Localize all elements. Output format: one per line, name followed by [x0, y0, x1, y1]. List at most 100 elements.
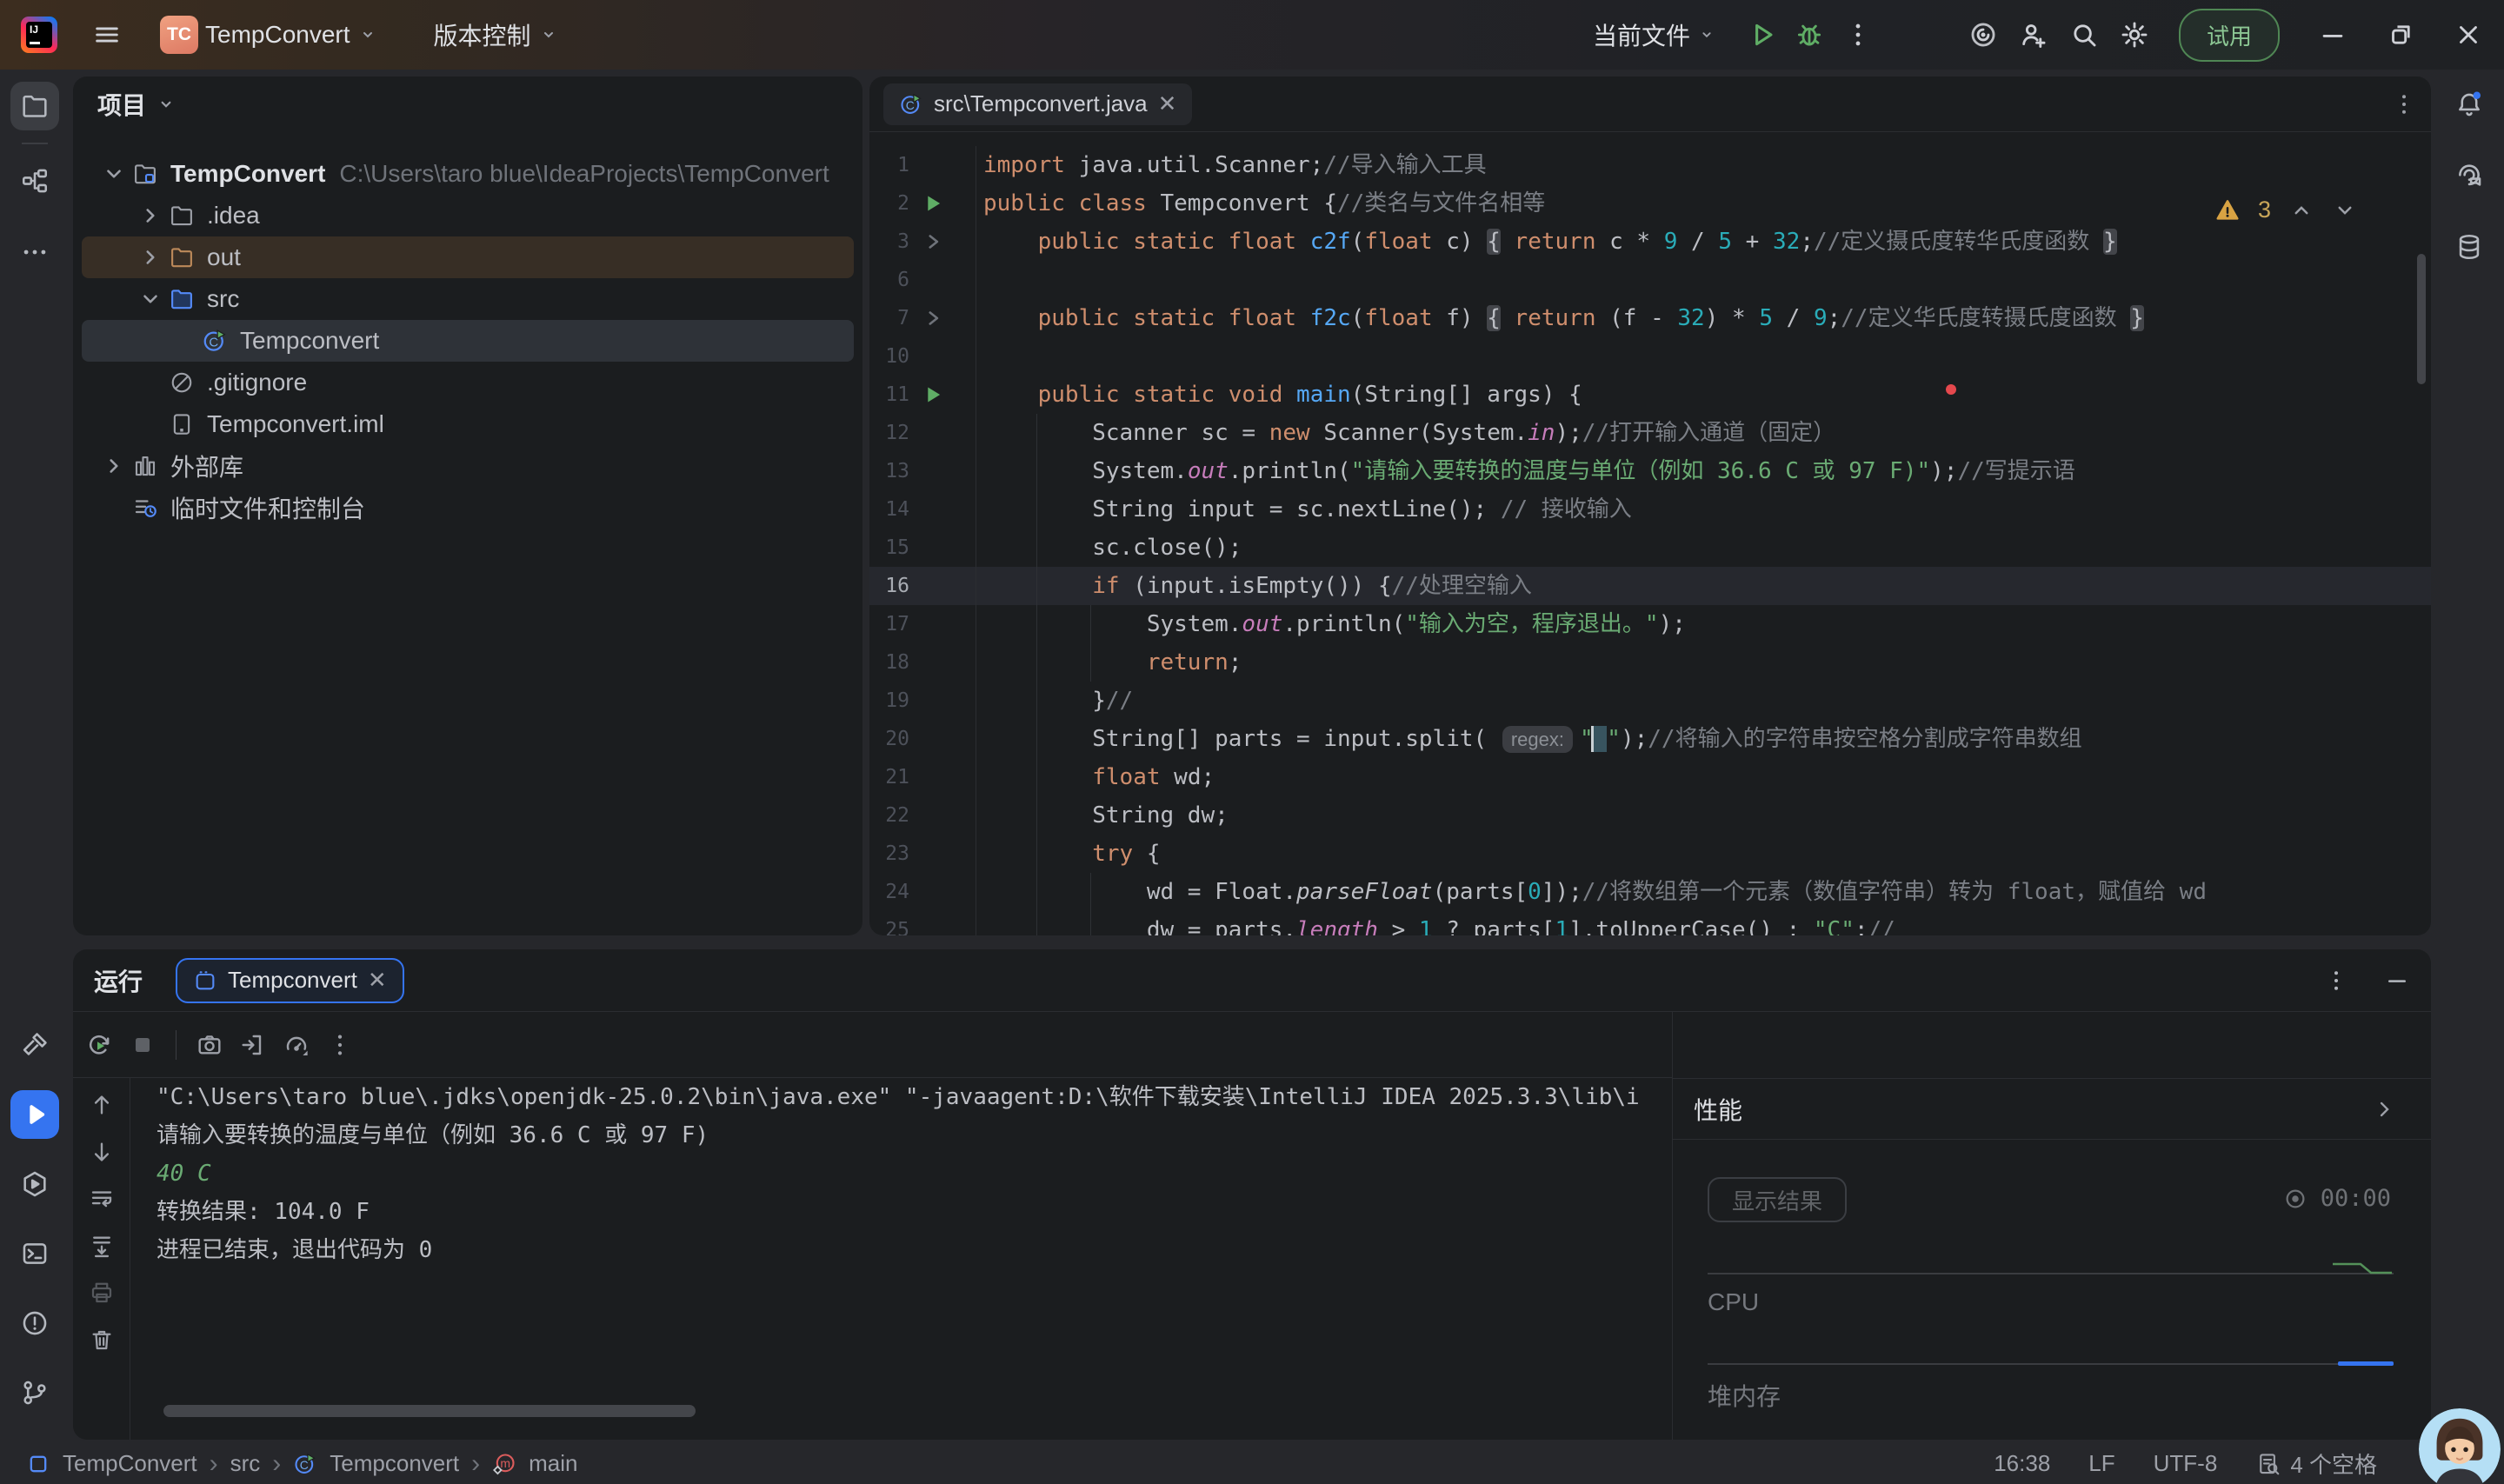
print-icon[interactable] [89, 1280, 115, 1306]
minimize-window-icon[interactable] [2318, 20, 2348, 50]
code-line-16[interactable]: 16 if (input.isEmpty()) {//处理空输入 [869, 567, 2431, 605]
project-widget[interactable]: TC TempConvert [160, 16, 378, 54]
build-icon[interactable] [10, 1021, 59, 1069]
arrow-down-icon[interactable] [89, 1139, 115, 1165]
caret-position[interactable]: 16:38 [1994, 1450, 2050, 1477]
code-line-23[interactable]: 23 try { [869, 835, 2431, 873]
more-actions-icon[interactable] [1843, 20, 1873, 50]
tree-item-.idea[interactable]: .idea [82, 195, 854, 236]
code-editor[interactable]: 1import java.util.Scanner;//导入输入工具2publi… [869, 132, 2431, 935]
code-line-10[interactable]: 10 [869, 337, 2431, 376]
run-gutter-icon[interactable] [909, 376, 958, 414]
problems-icon[interactable] [10, 1299, 59, 1348]
chevron-right-icon[interactable] [139, 204, 169, 227]
code-line-11[interactable]: 11 public static void main(String[] args… [869, 376, 2431, 414]
arrow-up-icon[interactable] [89, 1092, 115, 1118]
chevron-down-icon[interactable] [139, 288, 169, 310]
tree-item-TempConvert[interactable]: TempConvertC:\Users\taro blue\IdeaProjec… [82, 153, 854, 195]
services-icon[interactable] [10, 1160, 59, 1208]
scroll-to-end-icon[interactable] [89, 1233, 115, 1259]
tree-item-Tempconvert.iml[interactable]: Tempconvert.iml [82, 403, 854, 445]
stop-icon[interactable] [129, 1031, 156, 1059]
performance-header[interactable]: 性能 [1673, 1079, 2431, 1140]
structure-icon[interactable] [10, 156, 59, 205]
code-line-3[interactable]: 3 public static float c2f(float c) { ret… [869, 223, 2431, 261]
fold-gutter-icon[interactable] [909, 223, 958, 261]
editor-scrollbar-thumb[interactable] [2417, 254, 2426, 384]
clear-all-icon[interactable] [89, 1327, 115, 1353]
code-line-21[interactable]: 21 float wd; [869, 758, 2431, 796]
code-line-22[interactable]: 22 String dw; [869, 796, 2431, 835]
code-line-15[interactable]: 15 sc.close(); [869, 529, 2431, 567]
run-icon[interactable] [1748, 20, 1777, 50]
vcs-widget[interactable]: 版本控制 [434, 17, 559, 52]
chevron-down-icon[interactable] [2332, 197, 2358, 223]
tree-item-临时文件和控制台[interactable]: 临时文件和控制台 [82, 487, 854, 529]
fold-gutter-icon[interactable] [909, 299, 958, 337]
line-separator[interactable]: LF [2088, 1450, 2114, 1477]
editor-tab[interactable]: C src\Tempconvert.java ✕ [883, 83, 1192, 125]
breadcrumb-method[interactable]: main [529, 1450, 577, 1477]
code-line-24[interactable]: 24 wd = Float.parseFloat(parts[0]);//将数组… [869, 873, 2431, 911]
code-line-20[interactable]: 20 String[] parts = input.split( regex:"… [869, 720, 2431, 758]
code-line-19[interactable]: 19 }// [869, 682, 2431, 720]
code-line-17[interactable]: 17 System.out.println("输入为空，程序退出。"); [869, 605, 2431, 643]
main-menu-icon[interactable] [92, 20, 122, 50]
user-avatar[interactable] [2419, 1408, 2501, 1484]
debug-icon[interactable] [1795, 20, 1824, 50]
tree-item-Tempconvert[interactable]: CTempconvert [82, 320, 854, 362]
code-line-7[interactable]: 7 public static float f2c(float f) { ret… [869, 299, 2431, 337]
more-tool-windows-icon[interactable] [10, 228, 59, 276]
search-icon[interactable] [2069, 20, 2099, 50]
chevron-right-icon[interactable] [103, 455, 132, 477]
close-tab-icon[interactable]: ✕ [368, 967, 387, 994]
database-icon[interactable] [2445, 223, 2494, 271]
ai-assistant-icon[interactable] [1968, 20, 1998, 50]
close-window-icon[interactable] [2454, 20, 2483, 50]
console-hscrollbar-thumb[interactable] [163, 1405, 696, 1417]
console-output[interactable]: "C:\Users\taro blue\.jdks\openjdk-25.0.2… [130, 1078, 1672, 1422]
code-line-14[interactable]: 14 String input = sc.nextLine(); // 接收输入 [869, 490, 2431, 529]
chevron-down-icon[interactable] [103, 163, 132, 185]
project-panel-header[interactable]: 项目 [73, 77, 862, 132]
chevron-right-icon[interactable] [139, 246, 169, 269]
tree-item-out[interactable]: out [82, 236, 854, 278]
inspections-widget[interactable]: 3 [2214, 196, 2358, 223]
add-user-icon[interactable] [2019, 20, 2048, 50]
more-options-icon[interactable] [326, 1031, 354, 1059]
code-line-2[interactable]: 2public class Tempconvert {//类名与文件名相等 [869, 184, 2431, 223]
restore-window-icon[interactable] [2386, 20, 2415, 50]
settings-gear-icon[interactable] [2120, 20, 2149, 50]
version-control-icon[interactable] [10, 1368, 59, 1417]
code-line-12[interactable]: 12 Scanner sc = new Scanner(System.in);/… [869, 414, 2431, 452]
chevron-up-icon[interactable] [2288, 197, 2314, 223]
profiler-icon[interactable] [283, 1031, 310, 1059]
breadcrumb-src[interactable]: src [230, 1450, 261, 1477]
tree-item-src[interactable]: src [82, 278, 854, 320]
tree-item-外部库[interactable]: 外部库 [82, 445, 854, 487]
run-tool-window-icon[interactable] [10, 1090, 59, 1139]
soft-wrap-icon[interactable] [89, 1186, 115, 1212]
project-view-icon[interactable] [10, 82, 59, 130]
terminal-icon[interactable] [10, 1229, 59, 1278]
close-tab-icon[interactable]: ✕ [1158, 90, 1177, 117]
code-line-1[interactable]: 1import java.util.Scanner;//导入输入工具 [869, 146, 2431, 184]
hide-panel-icon[interactable] [2384, 968, 2410, 994]
code-line-6[interactable]: 6 [869, 261, 2431, 299]
file-encoding[interactable]: UTF-8 [2154, 1450, 2218, 1477]
run-gutter-icon[interactable] [909, 184, 958, 223]
indent-widget[interactable]: 4 个空格 [2255, 1447, 2377, 1480]
tree-item-.gitignore[interactable]: .gitignore [82, 362, 854, 403]
breadcrumb-class[interactable]: Tempconvert [330, 1450, 459, 1477]
ai-chat-icon[interactable] [2445, 151, 2494, 200]
editor-more-icon[interactable] [2391, 91, 2417, 117]
notifications-bell-icon[interactable] [2445, 80, 2494, 129]
breadcrumb-project[interactable]: TempConvert [63, 1450, 197, 1477]
more-options-icon[interactable] [2323, 968, 2349, 994]
code-line-25[interactable]: 25 dw = parts.length > 1 ? parts[1].toUp… [869, 911, 2431, 935]
code-line-18[interactable]: 18 return; [869, 643, 2431, 682]
code-line-13[interactable]: 13 System.out.println("请输入要转换的温度与单位（例如 3… [869, 452, 2431, 490]
run-configuration-widget[interactable]: 当前文件 [1593, 17, 1716, 52]
rerun-icon[interactable] [85, 1031, 113, 1059]
show-results-button[interactable]: 显示结果 [1708, 1177, 1847, 1222]
